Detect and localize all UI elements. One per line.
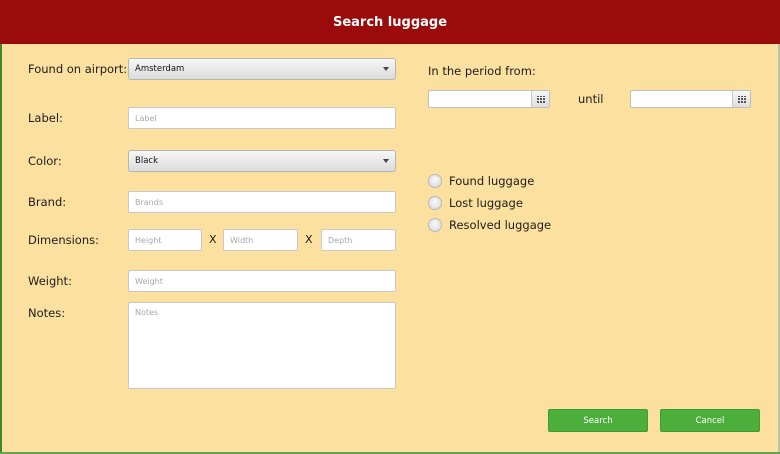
airport-select[interactable]: Amsterdam — [128, 58, 396, 80]
period-until-datepicker[interactable] — [630, 90, 751, 108]
cancel-button-label: Cancel — [695, 415, 725, 426]
search-button[interactable]: Search — [548, 409, 648, 432]
calendar-icon — [738, 96, 746, 103]
window-title: Search luggage — [332, 14, 448, 30]
calendar-icon — [537, 96, 545, 103]
radio-label: Resolved luggage — [449, 218, 552, 232]
dimension-separator: X — [305, 233, 313, 246]
radio-button[interactable] — [428, 174, 442, 188]
color-select[interactable]: Black — [128, 150, 396, 172]
radio-label: Lost luggage — [449, 196, 523, 210]
depth-input[interactable]: Depth — [321, 229, 396, 251]
notes-label: Notes: — [28, 306, 66, 320]
window-title-bar: Search luggage — [0, 0, 780, 44]
radio-label: Found luggage — [449, 174, 535, 188]
dimension-separator: X — [209, 233, 217, 246]
brand-input-placeholder: Brands — [135, 197, 163, 207]
height-input[interactable]: Height — [128, 229, 202, 251]
label-input-placeholder: Label — [135, 113, 157, 123]
chevron-down-icon — [383, 159, 389, 163]
height-input-placeholder: Height — [135, 235, 162, 245]
radio-found-luggage[interactable]: Found luggage — [428, 174, 534, 188]
radio-button[interactable] — [428, 196, 442, 210]
notes-textarea[interactable]: Notes — [128, 302, 396, 389]
weight-input[interactable]: Weight — [128, 270, 396, 292]
depth-input-placeholder: Depth — [328, 235, 353, 245]
notes-textarea-placeholder: Notes — [135, 308, 159, 317]
width-input[interactable]: Width — [223, 229, 298, 251]
period-from-datepicker[interactable] — [428, 90, 550, 108]
chevron-down-icon — [383, 67, 389, 71]
window-border-left — [0, 44, 2, 454]
color-select-value: Black — [135, 156, 158, 166]
search-button-label: Search — [583, 415, 613, 426]
until-label: until — [578, 92, 604, 106]
calendar-button[interactable] — [732, 91, 750, 107]
airport-label: Found on airport: — [28, 62, 128, 76]
weight-label: Weight: — [28, 274, 72, 288]
dimensions-label: Dimensions: — [28, 233, 99, 247]
width-input-placeholder: Width — [230, 235, 254, 245]
period-label: In the period from: — [428, 64, 536, 78]
cancel-button[interactable]: Cancel — [660, 409, 760, 432]
weight-input-placeholder: Weight — [135, 276, 163, 286]
label-field-label: Label: — [28, 111, 63, 125]
airport-select-value: Amsterdam — [135, 64, 185, 74]
radio-resolved-luggage[interactable]: Resolved luggage — [428, 218, 551, 232]
brand-label: Brand: — [28, 195, 67, 209]
brand-input[interactable]: Brands — [128, 191, 396, 213]
color-label: Color: — [28, 154, 62, 168]
calendar-button[interactable] — [531, 91, 549, 107]
label-input[interactable]: Label — [128, 107, 396, 129]
radio-lost-luggage[interactable]: Lost luggage — [428, 196, 523, 210]
radio-button[interactable] — [428, 218, 442, 232]
